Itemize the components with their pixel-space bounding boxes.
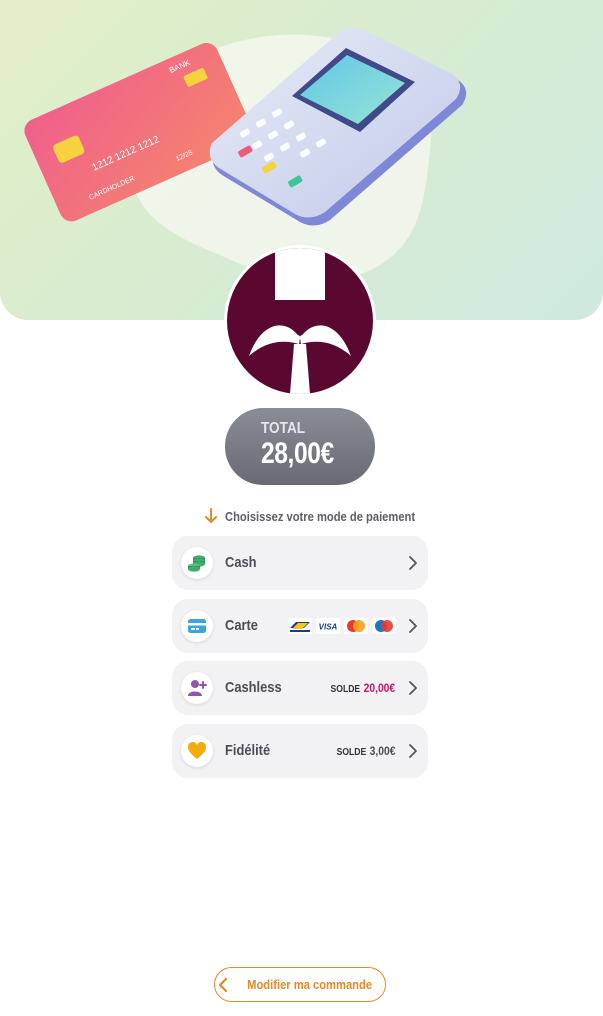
arrow-down-icon (205, 508, 217, 523)
solde-label: SOLDE (330, 684, 360, 695)
payment-method-label: Cash (225, 554, 257, 571)
maestro-logo-icon (372, 618, 396, 634)
user-add-icon (188, 680, 207, 696)
total-label: TOTAL (261, 420, 306, 437)
visa-logo-icon: VISA (316, 618, 340, 634)
payment-method-loyalty[interactable]: Fidélité SOLDE 3,00€ (172, 724, 428, 778)
payment-method-label: Carte (225, 617, 258, 634)
credit-card-icon (188, 619, 206, 633)
payment-prompt-text: Choisissez votre mode de paiement (225, 508, 416, 524)
palm-tree-icon (249, 248, 351, 394)
chevron-left-icon (219, 977, 228, 992)
loyalty-solde: SOLDE 3,00€ (336, 744, 395, 758)
total-amount: 28,00€ (261, 437, 334, 470)
solde-value: 3,00€ (369, 744, 395, 758)
total-badge: TOTAL 28,00€ (225, 408, 375, 485)
chevron-right-icon (409, 681, 417, 695)
heart-icon (188, 742, 206, 759)
bancontact-logo-icon (288, 618, 312, 634)
chevron-right-icon (409, 744, 417, 758)
payment-method-label: Cashless (225, 679, 282, 696)
payment-method-card[interactable]: Carte VISA (172, 599, 428, 653)
solde-label: SOLDE (336, 747, 366, 758)
brand-logo (227, 248, 373, 394)
payment-method-cashless[interactable]: Cashless SOLDE 20,00€ (172, 661, 428, 715)
coins-icon (188, 555, 205, 572)
modify-order-label: Modifier ma commande (247, 977, 373, 992)
mastercard-logo-icon (344, 618, 368, 634)
solde-value: 20,00€ (363, 681, 395, 695)
card-brands: VISA (288, 618, 396, 634)
payment-method-cash[interactable]: Cash (172, 536, 428, 590)
payment-method-label: Fidélité (225, 742, 271, 759)
modify-order-button[interactable]: Modifier ma commande (214, 967, 386, 1002)
chevron-right-icon (409, 556, 417, 570)
chevron-right-icon (409, 619, 417, 633)
cashless-solde: SOLDE 20,00€ (330, 681, 395, 695)
payment-prompt: Choisissez votre mode de paiement (203, 506, 446, 526)
visa-text: VISA (319, 623, 338, 632)
